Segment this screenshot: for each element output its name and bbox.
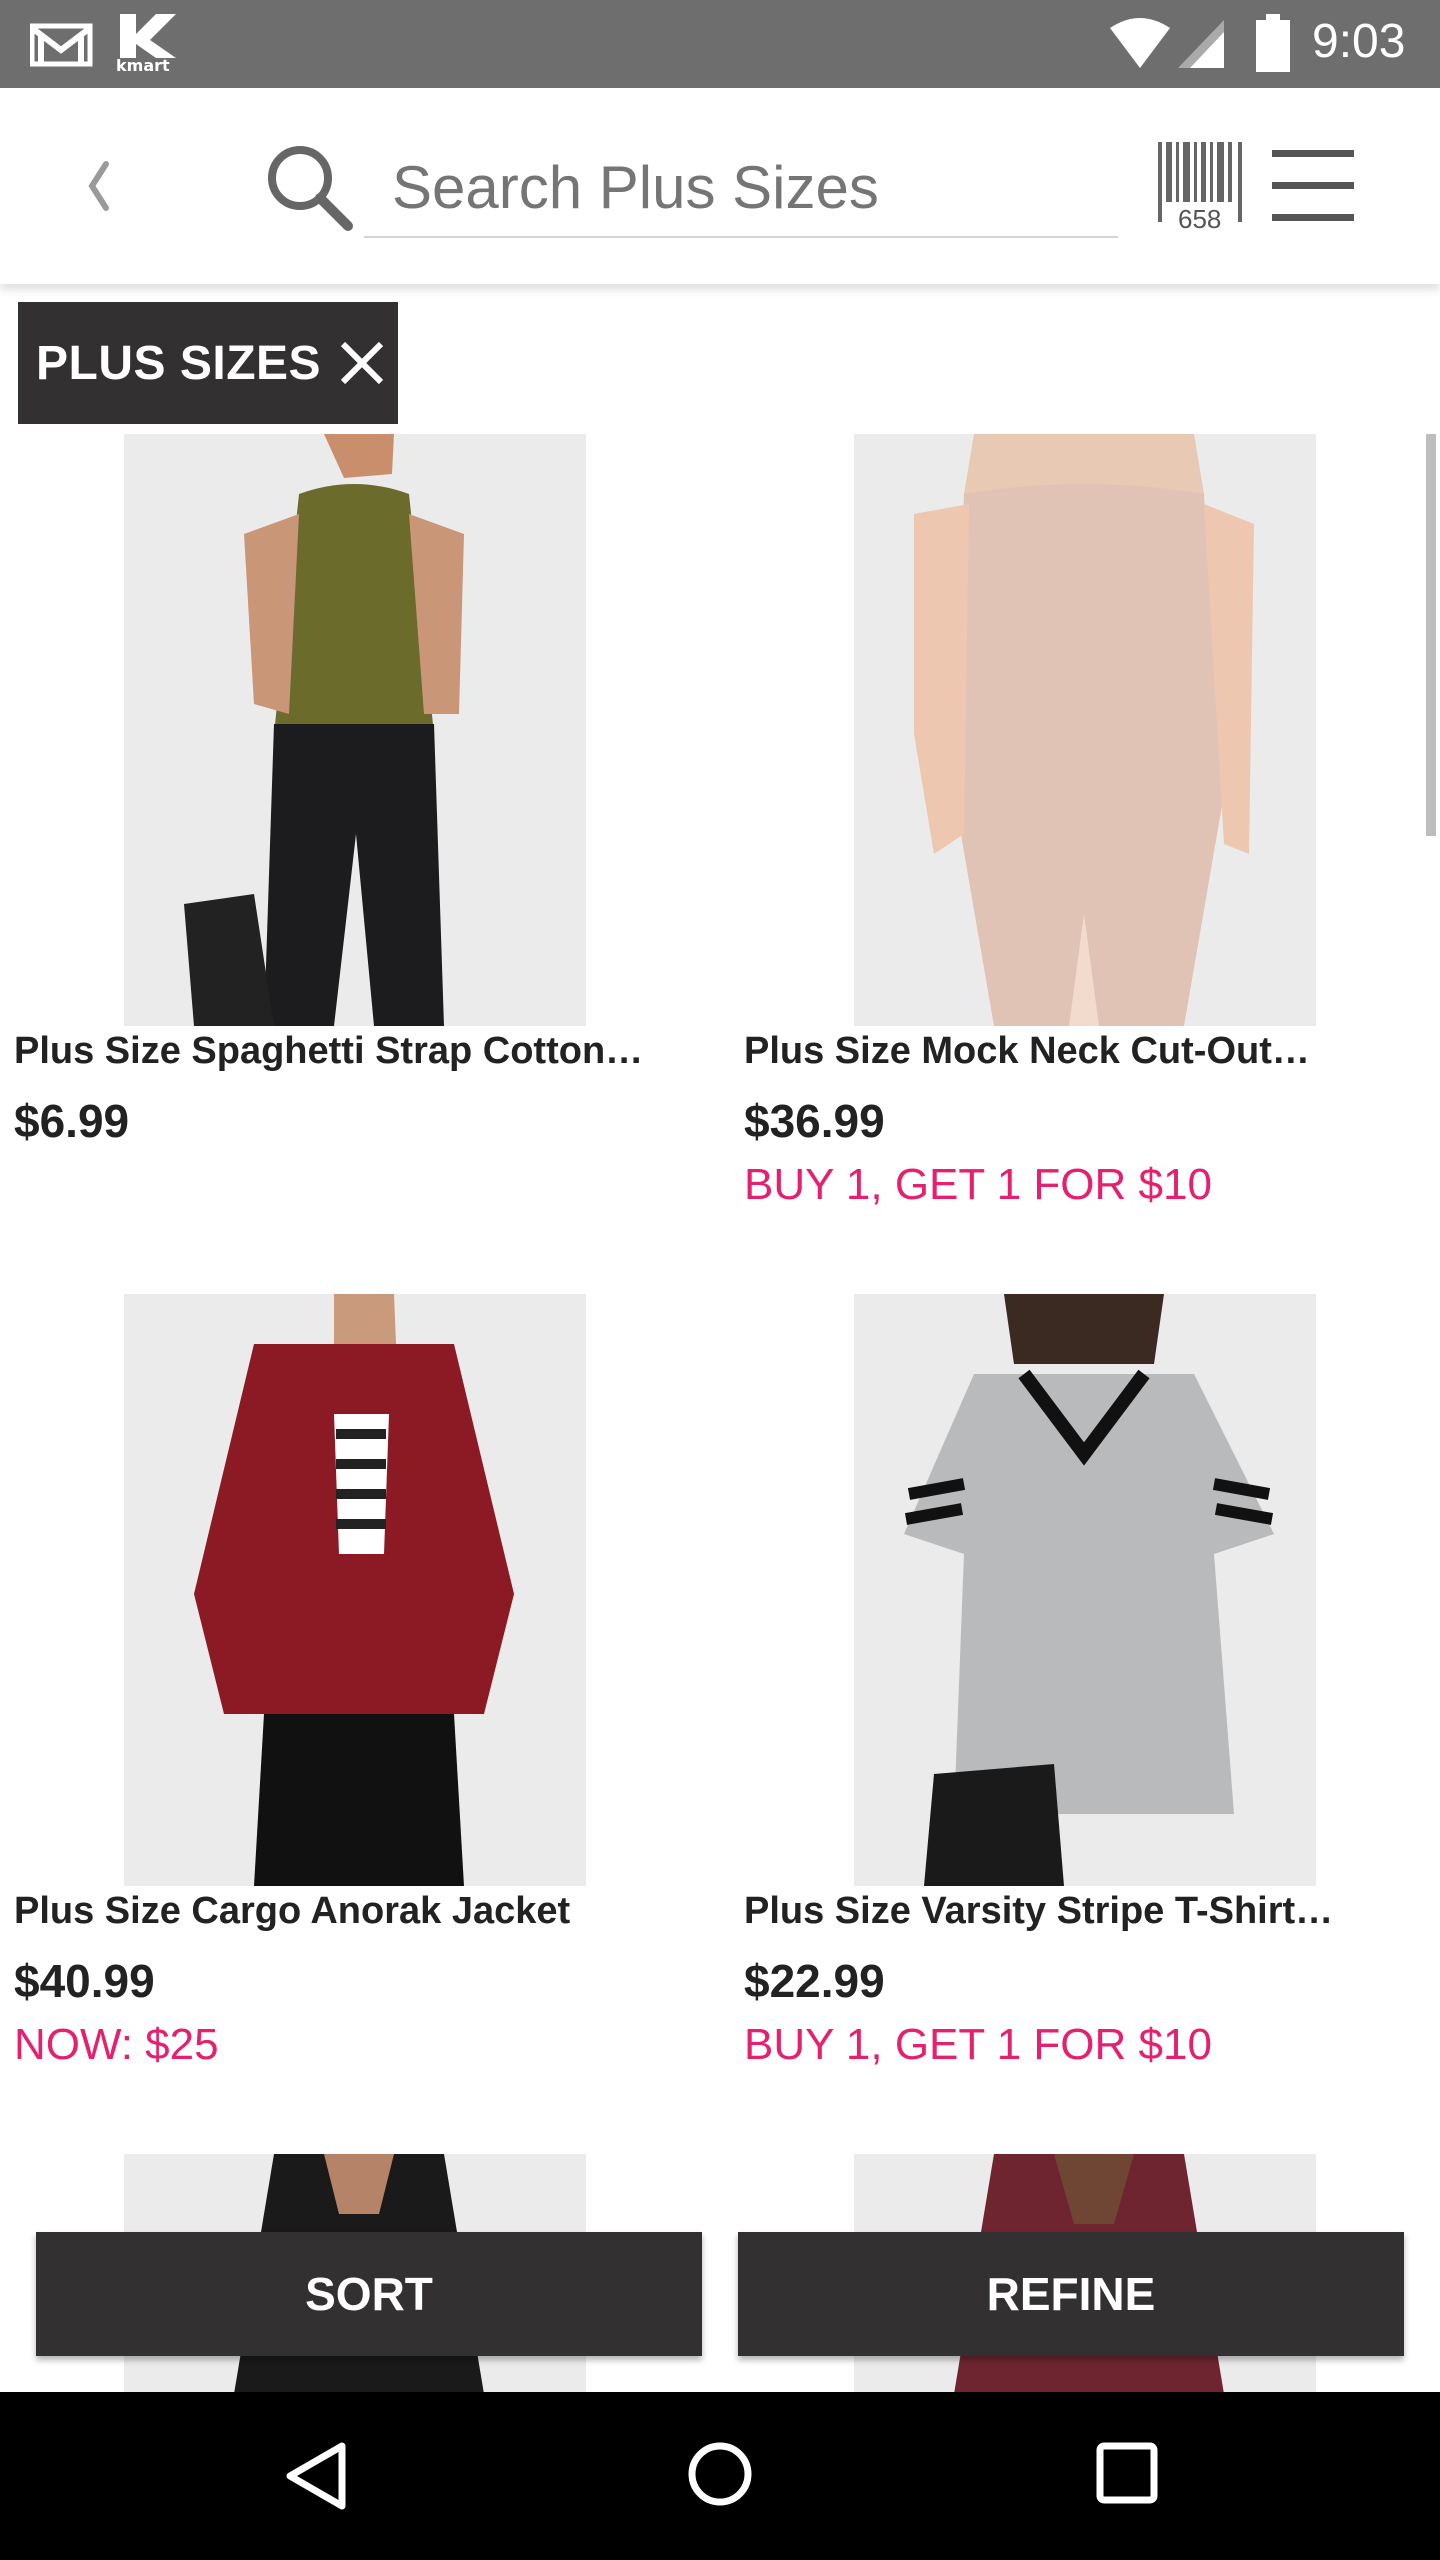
gmail-icon bbox=[30, 23, 93, 67]
close-icon[interactable] bbox=[337, 338, 387, 388]
product-name[interactable]: Plus Size Varsity Stripe T-Shirt… bbox=[744, 1890, 1364, 1933]
search-icon[interactable] bbox=[262, 140, 354, 232]
product-price: $6.99 bbox=[14, 1095, 130, 1147]
app-bar: 658 bbox=[0, 88, 1440, 284]
product-photo bbox=[124, 434, 586, 1026]
product-photo bbox=[124, 1294, 586, 1886]
product-price: $36.99 bbox=[744, 1095, 885, 1147]
product-promo: BUY 1, GET 1 FOR $10 bbox=[744, 1160, 1212, 1209]
wifi-icon bbox=[1110, 18, 1170, 68]
filter-chip-plus-sizes[interactable]: PLUS SIZES bbox=[18, 302, 398, 424]
menu-icon[interactable] bbox=[1270, 140, 1356, 232]
product-image[interactable] bbox=[124, 1294, 586, 1886]
product-name[interactable]: Plus Size Spaghetti Strap Cotton… bbox=[14, 1030, 668, 1073]
product-image[interactable] bbox=[854, 1294, 1316, 1886]
battery-icon bbox=[1256, 14, 1290, 72]
navigation-bar bbox=[0, 2392, 1440, 2560]
nav-recents-icon[interactable] bbox=[1094, 2440, 1160, 2506]
nav-home-icon[interactable] bbox=[684, 2438, 756, 2510]
filter-chip-label: PLUS SIZES bbox=[36, 336, 322, 390]
product-promo: BUY 1, GET 1 FOR $10 bbox=[744, 2020, 1212, 2069]
product-image[interactable] bbox=[854, 434, 1316, 1026]
scrollbar[interactable] bbox=[1426, 434, 1436, 836]
product-name[interactable]: Plus Size Mock Neck Cut-Out… bbox=[744, 1030, 1344, 1073]
product-name[interactable]: Plus Size Cargo Anorak Jacket bbox=[14, 1890, 668, 1933]
barcode-count: 658 bbox=[1176, 204, 1224, 235]
status-bar: kmart 9:03 bbox=[0, 0, 1440, 88]
signal-icon bbox=[1178, 20, 1224, 68]
kmart-label: kmart bbox=[116, 56, 170, 75]
search-input[interactable] bbox=[364, 138, 1118, 238]
product-photo bbox=[854, 1294, 1316, 1886]
product-price: $40.99 bbox=[14, 1955, 155, 2007]
back-icon[interactable] bbox=[70, 148, 130, 224]
product-photo bbox=[854, 434, 1316, 1026]
refine-button[interactable]: REFINE bbox=[738, 2232, 1404, 2356]
product-image[interactable] bbox=[124, 434, 586, 1026]
sort-button[interactable]: SORT bbox=[36, 2232, 702, 2356]
nav-back-icon[interactable] bbox=[282, 2440, 350, 2512]
product-price: $22.99 bbox=[744, 1955, 885, 2007]
screen: kmart 9:03 Search Plus Sizes 658 PLUS SI… bbox=[0, 0, 1440, 2560]
product-promo: NOW: $25 bbox=[14, 2020, 219, 2069]
status-time: 9:03 bbox=[1312, 15, 1406, 68]
